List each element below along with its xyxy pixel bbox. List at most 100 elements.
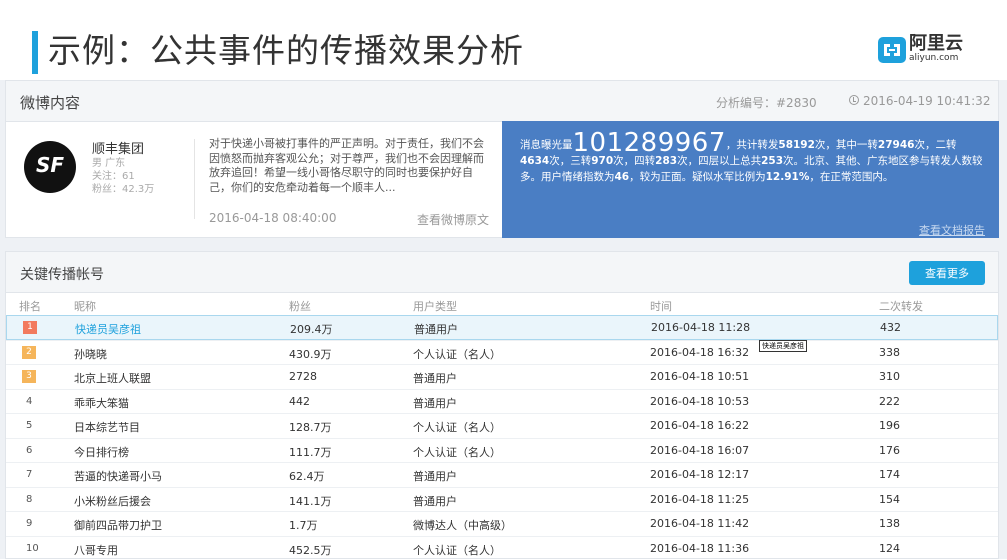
table-row[interactable]: 5日本综艺节目128.7万个人认证（名人）2016-04-18 16:22196 xyxy=(6,413,998,438)
fans-cell: 430.9万 xyxy=(289,346,332,362)
reposts-cell: 138 xyxy=(879,517,900,530)
rank-badge: 1 xyxy=(23,321,37,334)
user-name[interactable]: 顺丰集团 xyxy=(92,138,144,157)
time-cell: 2016-04-18 11:42 xyxy=(650,517,749,530)
summary-part: 次，三转 xyxy=(549,155,591,167)
rank-badge: 2 xyxy=(22,346,36,359)
rank-number: 6 xyxy=(26,445,32,456)
view-original-link[interactable]: 查看微博原文 xyxy=(417,211,489,228)
rank-number: 10 xyxy=(26,543,39,554)
view-more-button[interactable]: 查看更多 xyxy=(909,261,985,285)
reposts-cell: 174 xyxy=(879,468,900,481)
weibo-content-card: 微博内容 分析编号：#2830 2016-04-19 10:41:32 SF 顺… xyxy=(5,80,999,238)
accounts-table-body: 1快递员吴彦祖209.4万普通用户2016-04-18 11:284322孙晓晓… xyxy=(6,315,998,560)
time-cell: 2016-04-18 16:32 xyxy=(650,346,749,359)
summary-part: 次，四转 xyxy=(613,155,655,167)
fans-cell: 2728 xyxy=(289,370,317,383)
avatar[interactable]: SF xyxy=(24,141,76,193)
reposts-cell: 154 xyxy=(879,493,900,506)
user-type-cell: 普通用户 xyxy=(413,395,457,411)
third-level-reposts: 970 xyxy=(591,155,613,167)
summary-part: 次，二转 xyxy=(914,139,956,151)
column-header-user-type[interactable]: 用户类型 xyxy=(413,298,457,314)
slide-header: 示例：公共事件的传播效果分析 阿里云 aliyun.com xyxy=(0,0,1007,80)
weibo-card-title: 微博内容 xyxy=(20,92,80,113)
time-cell: 2016-04-18 11:36 xyxy=(650,542,749,555)
fans-cell: 442 xyxy=(289,395,310,408)
user-type-cell: 普通用户 xyxy=(413,370,457,386)
table-row[interactable]: 8小米粉丝后援会141.1万普通用户2016-04-18 11:25154 xyxy=(6,487,998,512)
user-type-cell: 个人认证（名人） xyxy=(413,346,501,362)
column-header-reposts[interactable]: 二次转发 xyxy=(879,298,923,314)
user-gender-location: 男 广东 xyxy=(92,157,125,170)
title-accent-bar xyxy=(32,31,38,74)
analysis-number: 分析编号：#2830 xyxy=(716,94,817,111)
reposts-cell: 176 xyxy=(879,444,900,457)
summary-part: ，在正常范围内。 xyxy=(809,171,893,183)
reposts-cell: 432 xyxy=(880,321,901,334)
key-accounts-card: 关键传播帐号 查看更多 排名 昵称 粉丝 用户类型 时间 二次转发 1快递员吴彦… xyxy=(5,251,999,559)
fans-cell: 128.7万 xyxy=(289,419,332,435)
mood-index: 46 xyxy=(615,171,630,183)
fourth-level-reposts: 283 xyxy=(655,155,677,167)
view-report-link[interactable]: 查看文档报告 xyxy=(919,222,985,238)
second-level-reposts: 4634 xyxy=(520,155,549,167)
exposure-count: 101289967 xyxy=(573,128,726,158)
rank-number: 9 xyxy=(26,518,32,529)
summary-part: ，较为正面。疑似水军比例为 xyxy=(629,171,766,183)
table-row[interactable]: 2 孙晓晓 430.9万 个人认证（名人） 2016-04-18 16:32 338 xyxy=(6,340,998,365)
aliyun-logo-icon xyxy=(878,37,906,63)
fans-cell: 141.1万 xyxy=(289,493,332,509)
table-row[interactable]: 3北京上班人联盟2728普通用户2016-04-18 10:51310 xyxy=(6,364,998,389)
summary-part: 次，其中一转 xyxy=(815,139,878,151)
nickname-cell[interactable]: 小米粉丝后援会 xyxy=(74,493,151,509)
clock-icon xyxy=(849,95,859,105)
user-type-cell: 普通用户 xyxy=(413,468,457,484)
user-type-cell: 个人认证（名人） xyxy=(413,444,501,460)
user-type-cell: 普通用户 xyxy=(414,321,458,337)
nickname-cell[interactable]: 今日排行榜 xyxy=(74,444,129,460)
column-header-fans[interactable]: 粉丝 xyxy=(289,298,311,314)
table-row[interactable]: 7苦逼的快递哥小马62.4万普通用户2016-04-18 12:17174 xyxy=(6,462,998,487)
nickname-cell[interactable]: 快递员吴彦祖 xyxy=(75,321,141,337)
nickname-cell[interactable]: 孙晓晓 xyxy=(74,346,107,362)
post-date: 2016-04-18 08:40:00 xyxy=(209,211,336,225)
rank-badge: 3 xyxy=(22,370,36,383)
analysis-timestamp: 2016-04-19 10:41:32 xyxy=(863,94,990,108)
table-row[interactable]: 4乖乖大笨猫442普通用户2016-04-18 10:53222 xyxy=(6,389,998,414)
table-row[interactable]: 9御前四品带刀护卫1.7万微博达人（中高级）2016-04-18 11:4213… xyxy=(6,511,998,536)
time-cell: 2016-04-18 10:53 xyxy=(650,395,749,408)
time-cell: 2016-04-18 10:51 xyxy=(650,370,749,383)
user-type-cell: 微博达人（中高级） xyxy=(413,517,512,533)
nickname-cell[interactable]: 北京上班人联盟 xyxy=(74,370,151,386)
column-header-time[interactable]: 时间 xyxy=(650,298,672,314)
summary-text: 消息曝光量101289967，共计转发58192次，其中一转27946次，二转4… xyxy=(520,135,985,185)
fans-cell: 111.7万 xyxy=(289,444,332,460)
summary-part: ，共计转发 xyxy=(726,139,779,151)
table-row[interactable]: 10八哥专用452.5万个人认证（名人）2016-04-18 11:36124 xyxy=(6,536,998,560)
weibo-post-text: 对于快递小哥被打事件的严正声明。对于责任，我们不会因愤怒而抛弃客观公允；对于尊严… xyxy=(209,137,494,195)
summary-part: 次，四层以上总共 xyxy=(677,155,761,167)
reposts-cell: 124 xyxy=(879,542,900,555)
bot-ratio: 12.91% xyxy=(766,171,810,183)
table-header: 排名 昵称 粉丝 用户类型 时间 二次转发 xyxy=(6,293,998,315)
user-type-cell: 个人认证（名人） xyxy=(413,542,501,558)
nickname-cell[interactable]: 日本综艺节目 xyxy=(74,419,140,435)
user-following: 关注：61 xyxy=(92,170,135,183)
column-header-rank[interactable]: 排名 xyxy=(19,298,41,314)
rank-number: 5 xyxy=(26,420,32,431)
aliyun-logo: 阿里云 aliyun.com xyxy=(878,36,974,66)
table-row[interactable]: 1快递员吴彦祖209.4万普通用户2016-04-18 11:28432 xyxy=(6,315,998,340)
reposts-cell: 222 xyxy=(879,395,900,408)
total-reposts: 58192 xyxy=(778,139,815,151)
nickname-cell[interactable]: 苦逼的快递哥小马 xyxy=(74,468,162,484)
weibo-card-header: 微博内容 分析编号：#2830 2016-04-19 10:41:32 xyxy=(6,81,998,122)
nickname-cell[interactable]: 乖乖大笨猫 xyxy=(74,395,129,411)
nickname-cell[interactable]: 八哥专用 xyxy=(74,542,118,558)
summary-prefix: 消息曝光量 xyxy=(520,139,573,151)
nickname-cell[interactable]: 御前四品带刀护卫 xyxy=(74,517,162,533)
column-header-nickname[interactable]: 昵称 xyxy=(74,298,96,314)
reposts-cell: 338 xyxy=(879,346,900,359)
table-row[interactable]: 6今日排行榜111.7万个人认证（名人）2016-04-18 16:07176 xyxy=(6,438,998,463)
above-fourth-reposts: 253 xyxy=(761,155,783,167)
